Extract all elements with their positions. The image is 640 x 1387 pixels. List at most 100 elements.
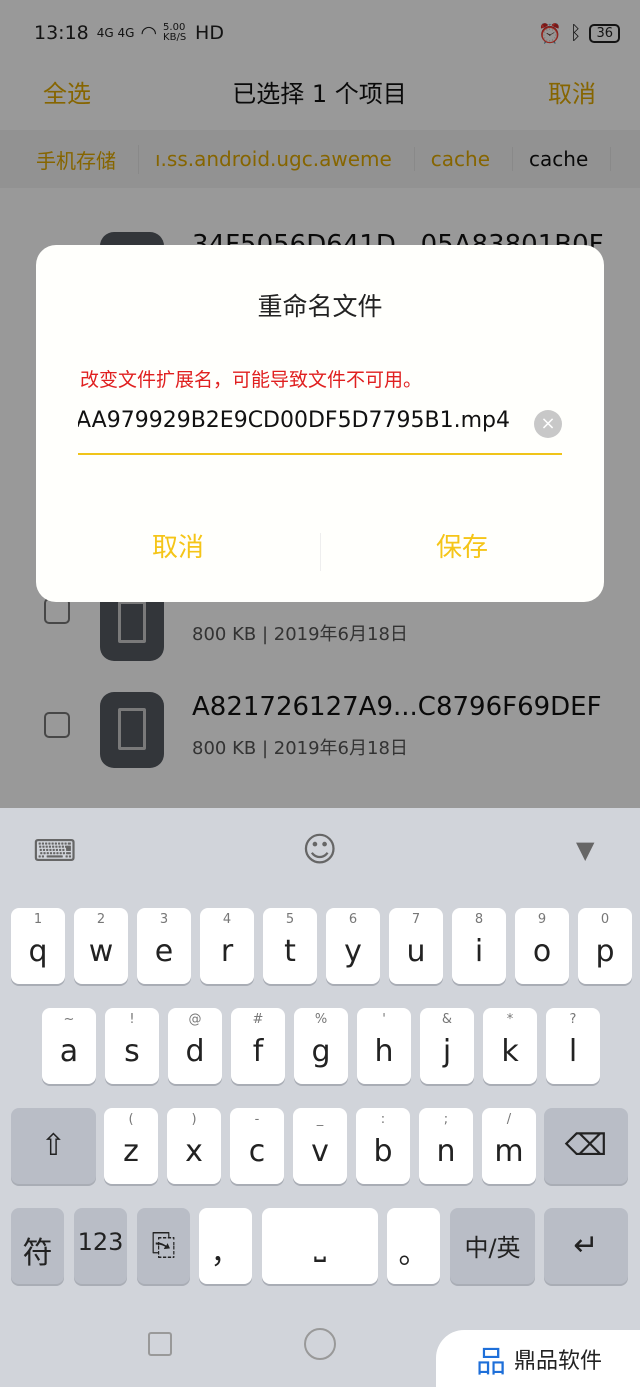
key-hint: # (252, 1012, 264, 1027)
key-hint: 0 (600, 912, 610, 927)
key-label: 。 (398, 1236, 429, 1271)
watermark-text: 鼎品软件 (514, 1348, 603, 1374)
shift-key[interactable]: ⇧ (11, 1108, 96, 1184)
key-hint: 8 (474, 912, 484, 927)
key-label: o (532, 934, 552, 969)
key-label: j (442, 1034, 452, 1069)
key-label: 123 (77, 1228, 124, 1256)
key-label: ⌫ (564, 1128, 608, 1163)
key-hint: 6 (348, 912, 358, 927)
key-label: n (436, 1134, 456, 1169)
key-m[interactable]: / m (482, 1108, 536, 1184)
warning-text: 改变文件扩展名，可能导致文件不可用。 (80, 369, 423, 391)
numbers-key[interactable]: 123 (74, 1208, 127, 1284)
space-key[interactable]: ⎵ (262, 1208, 378, 1284)
key-o[interactable]: 9o (515, 908, 569, 984)
language-key[interactable]: 中/英 (450, 1208, 535, 1284)
key-a[interactable]: ~ a (42, 1008, 96, 1084)
key-w[interactable]: 2w (74, 908, 128, 984)
key-z[interactable]: (z (104, 1108, 158, 1184)
cancel-button[interactable]: 取消 (36, 527, 320, 564)
key-hint: ) (191, 1112, 197, 1127)
key-r[interactable]: 4r (200, 908, 254, 984)
key-hint: * (506, 1012, 514, 1027)
key-label: q (28, 934, 48, 969)
key-hint: 5 (285, 912, 295, 927)
key-hint: 2 (96, 912, 106, 927)
key-i[interactable]: 8i (452, 908, 506, 984)
symbols-key[interactable]: 符 (11, 1208, 64, 1284)
key-label: y (344, 934, 362, 969)
key-hint: 3 (159, 912, 169, 927)
key-d[interactable]: @ d (168, 1008, 222, 1084)
key-label: ⎘ (151, 1228, 176, 1263)
period-key[interactable]: 。 (387, 1208, 440, 1284)
recents-button[interactable] (148, 1332, 172, 1356)
text-edit-key[interactable]: ⎘ (137, 1208, 190, 1284)
key-n[interactable]: ; n (419, 1108, 473, 1184)
key-h[interactable]: ' h (357, 1008, 411, 1084)
filename-input[interactable]: AA979929B2E9CD00DF5D7795B1.mp4 (78, 407, 562, 455)
key-label: r (220, 934, 234, 969)
key-label: x (185, 1134, 203, 1169)
comma-key[interactable]: ， (199, 1208, 252, 1284)
key-hint: _ (316, 1112, 324, 1127)
key-c[interactable]: -c (230, 1108, 284, 1184)
key-f[interactable]: # f (231, 1008, 285, 1084)
key-label: i (474, 934, 484, 969)
key-g[interactable]: % g (294, 1008, 348, 1084)
backspace-key[interactable]: ⌫ (544, 1108, 628, 1184)
key-label: h (374, 1034, 394, 1069)
watermark-logo: 品 鼎品软件 (436, 1330, 640, 1387)
key-hint: ( (128, 1112, 134, 1127)
key-label: ⇧ (40, 1128, 67, 1163)
key-label: b (373, 1134, 393, 1169)
key-hint: 4 (222, 912, 232, 927)
home-button[interactable] (304, 1328, 336, 1360)
key-hint: ' (382, 1012, 386, 1027)
key-p[interactable]: 0p (578, 908, 632, 984)
key-label: ⎵ (314, 1228, 326, 1263)
key-k[interactable]: * k (483, 1008, 537, 1084)
key-label: m (494, 1134, 524, 1169)
save-button[interactable]: 保存 (320, 527, 604, 564)
key-x[interactable]: ) x (167, 1108, 221, 1184)
key-b[interactable]: :b (356, 1108, 410, 1184)
key-e[interactable]: 3e (137, 908, 191, 984)
key-q[interactable]: 1q (11, 908, 65, 984)
key-hint: ~ (63, 1012, 75, 1027)
clear-icon[interactable]: × (534, 410, 562, 438)
key-hint: ; (443, 1112, 449, 1127)
emoji-icon[interactable]: ☺ (302, 830, 337, 870)
key-label: 中/英 (464, 1234, 521, 1262)
key-label: 符 (22, 1236, 53, 1271)
key-s[interactable]: ! s (105, 1008, 159, 1084)
rename-dialog: 重命名文件 改变文件扩展名，可能导致文件不可用。 AA979929B2E9CD0… (36, 245, 604, 602)
key-hint: 7 (411, 912, 421, 927)
key-t[interactable]: 5t (263, 908, 317, 984)
key-y[interactable]: 6y (326, 908, 380, 984)
enter-key[interactable]: ↵ (544, 1208, 628, 1284)
key-label: d (185, 1034, 205, 1069)
key-v[interactable]: _ v (293, 1108, 347, 1184)
key-label: s (124, 1034, 140, 1069)
key-l[interactable]: ? l (546, 1008, 600, 1084)
key-label: w (88, 934, 114, 969)
key-hint: % (314, 1012, 328, 1027)
key-hint: : (380, 1112, 386, 1127)
key-label: g (311, 1034, 331, 1069)
keyboard-icon[interactable]: ⌨ (33, 834, 76, 869)
key-label: t (284, 934, 296, 969)
key-label: ↵ (573, 1228, 599, 1263)
key-label: e (154, 934, 174, 969)
logo-icon: 品 (476, 1344, 506, 1380)
hide-keyboard-icon[interactable]: ▼ (576, 836, 594, 864)
key-label: p (595, 934, 615, 969)
key-hint: - (254, 1112, 260, 1127)
key-hint: 9 (537, 912, 547, 927)
key-hint: / (506, 1112, 512, 1127)
key-label: z (123, 1134, 139, 1169)
key-j[interactable]: & j (420, 1008, 474, 1084)
key-u[interactable]: 7u (389, 908, 443, 984)
keyboard: ⌨ ☺ ▼ 1 q 2 w 3 e 4 r 5 t 6 y 7 u 8 i 9 o 0 p ~ a! s @ d # f% g ' h & j… (0, 808, 640, 1300)
